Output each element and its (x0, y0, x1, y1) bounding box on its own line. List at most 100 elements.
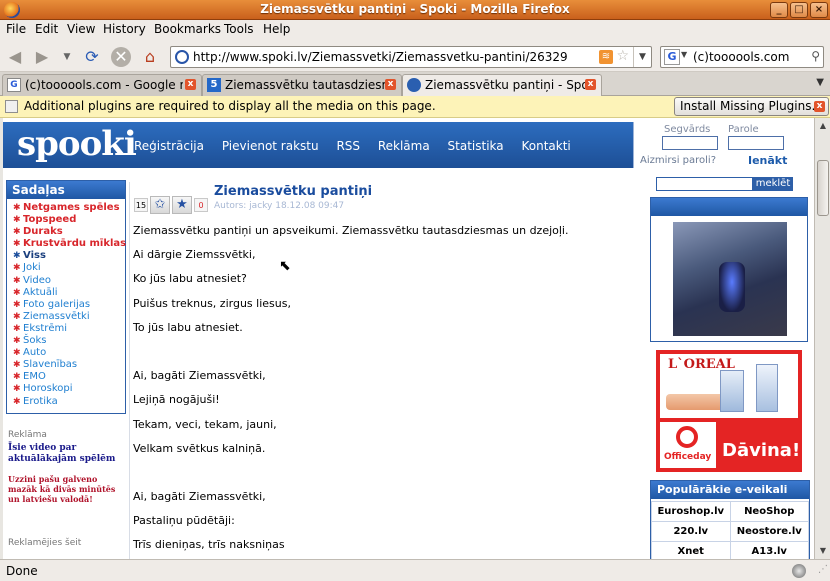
bullet-star-icon: ✱ (13, 311, 21, 322)
password-field[interactable] (728, 136, 784, 150)
url-dropdown-icon[interactable]: ▼ (633, 47, 651, 67)
close-tab-icon[interactable]: x (385, 79, 396, 90)
sidebar-item-video[interactable]: ✱ Video (13, 275, 126, 287)
nav-statistika[interactable]: Statistika (448, 139, 504, 153)
back-icon[interactable]: ◀ (5, 47, 25, 67)
history-dropdown-icon[interactable]: ▼ (57, 47, 77, 67)
sidebar-item-ekstremi[interactable]: ✱ Ekstrēmi (13, 323, 126, 335)
spoki-logo[interactable]: spooki (17, 124, 137, 164)
maximize-button[interactable]: □ (790, 2, 808, 18)
rate-down-star-icon[interactable]: ★ (172, 196, 192, 214)
sidebar-item-krustvardu[interactable]: ✱ Krustvārdu mīklas (13, 238, 126, 250)
scroll-down-icon[interactable]: ▼ (816, 544, 830, 558)
reload-icon[interactable]: ⟳ (82, 47, 102, 67)
home-icon[interactable]: ⌂ (140, 47, 160, 67)
tab-list-icon[interactable]: ▼ (816, 77, 824, 88)
google-engine-icon[interactable]: G (664, 49, 680, 65)
search-icon[interactable]: ⚲ (811, 49, 820, 63)
sidebar-item-slavenibas[interactable]: ✱ Slavenības (13, 359, 126, 371)
nav-pievienot-rakstu[interactable]: Pievienot rakstu (222, 139, 319, 153)
shop-link[interactable]: A13.lv (729, 541, 809, 559)
status-bar: Done ⋰ (0, 559, 830, 581)
officeday-logo-icon (676, 426, 698, 448)
shop-link[interactable]: NeoShop (729, 501, 809, 522)
nav-reklama[interactable]: Reklāma (378, 139, 430, 153)
url-text[interactable]: http://www.spoki.lv/Ziemassvetki/Ziemass… (193, 50, 568, 64)
shop-link[interactable]: Neostore.lv (729, 521, 809, 542)
sidebar-item-netgames[interactable]: ✱ Netgames spēles (13, 202, 126, 214)
tab-pantini[interactable]: Ziemassvētku pantiņi - Spoki x (402, 74, 602, 97)
scroll-thumb[interactable] (817, 160, 829, 216)
shop-link[interactable]: Euroshop.lv (651, 501, 731, 522)
resize-grip-icon[interactable]: ⋰ (818, 564, 828, 575)
promo-headline[interactable]: Īsie video par aktuālākajām spēlēm (8, 443, 126, 465)
sidebar-item-viss[interactable]: ✱ Viss (13, 250, 126, 262)
minimize-button[interactable]: _ (770, 2, 788, 18)
search-bar[interactable]: G ▼ ⚲ (660, 46, 824, 68)
loreal-officeday-ad[interactable]: L`OREAL Officeday Dāvina! (656, 350, 802, 472)
rss-icon[interactable]: ≋ (599, 50, 613, 64)
sidebar-item-erotika[interactable]: ✱ Erotika (13, 396, 126, 408)
install-plugins-button[interactable]: Install Missing Plugins... (674, 97, 829, 116)
username-field[interactable] (662, 136, 718, 150)
forgot-password-link[interactable]: Aizmirsi paroli? (640, 155, 716, 166)
tab-google[interactable]: G (c)toooools.com - Google m... x (2, 74, 202, 96)
officeday-logo[interactable]: Officeday (660, 422, 716, 468)
shop-link[interactable]: Xnet (651, 541, 731, 559)
sidebar-item-joki[interactable]: ✱ Joki (13, 262, 126, 274)
site-search-button[interactable]: meklēt (753, 177, 793, 191)
menu-help[interactable]: Help (263, 22, 290, 36)
promo-ad[interactable]: Īsie video par aktuālākajām spēlēm Uzzin… (8, 443, 126, 504)
featured-photo[interactable] (673, 222, 787, 336)
sidebar-item-duraks[interactable]: ✱ Duraks (13, 226, 126, 238)
site-identity-icon[interactable] (175, 50, 189, 64)
sidebar-item-aktuali[interactable]: ✱ Aktuāli (13, 287, 126, 299)
forward-icon[interactable]: ▶ (32, 47, 52, 67)
nav-rss[interactable]: RSS (336, 139, 360, 153)
promo-text[interactable]: Uzzini pašu galveno mazāk kā divās minūt… (8, 474, 126, 504)
stop-icon[interactable]: ✕ (111, 47, 131, 67)
tab-tautasdziesmas[interactable]: 5 Ziemassvētku tautasdziesmas x (202, 74, 402, 96)
login-button[interactable]: Ienākt (748, 154, 787, 167)
article-line: Pastaliņu pūdētāji: (133, 514, 235, 528)
article-line (133, 466, 633, 490)
menu-bar: File Edit View History Bookmarks Tools H… (0, 20, 830, 40)
sidebar-item-soks[interactable]: ✱ Šoks (13, 335, 126, 347)
menu-bookmarks[interactable]: Bookmarks (154, 22, 221, 36)
menu-history[interactable]: History (103, 22, 146, 36)
loreal-ad[interactable]: L`OREAL (660, 354, 798, 418)
menu-tools[interactable]: Tools (224, 22, 254, 36)
page-scrollbar[interactable]: ▲ ▼ (814, 118, 830, 559)
close-tab-icon[interactable]: x (185, 79, 196, 90)
rating-down-count: 0 (194, 198, 208, 212)
url-bar[interactable]: http://www.spoki.lv/Ziemassvetki/Ziemass… (170, 46, 652, 68)
close-window-button[interactable]: × (810, 2, 828, 18)
advertise-link[interactable]: Reklamējies šeit (8, 538, 81, 548)
tab-label: Ziemassvētku tautasdziesmas (225, 78, 385, 92)
sidebar-item-auto[interactable]: ✱ Auto (13, 347, 126, 359)
rate-up-star-icon[interactable]: ✩ (150, 196, 170, 214)
search-input[interactable] (693, 49, 805, 65)
sidebar-item-foto[interactable]: ✱ Foto galerijas (13, 299, 126, 311)
nav-registracija[interactable]: Reģistrācija (134, 139, 204, 153)
menu-edit[interactable]: Edit (35, 22, 58, 36)
bookmark-star-icon[interactable]: ☆ (616, 48, 629, 64)
table-row: Euroshop.lv NeoShop (651, 501, 809, 522)
bullet-star-icon: ✱ (13, 227, 21, 238)
article-line: Ai dārgie Ziemssvētki, (133, 248, 256, 262)
nav-kontakti[interactable]: Kontakti (521, 139, 570, 153)
bullet-star-icon: ✱ (13, 360, 21, 371)
menu-file[interactable]: File (6, 22, 26, 36)
sidebar-item-topspeed[interactable]: ✱ Topspeed (13, 214, 126, 226)
engine-dropdown-icon[interactable]: ▼ (681, 50, 687, 59)
scroll-up-icon[interactable]: ▲ (816, 119, 830, 133)
sidebar-item-horoskopi[interactable]: ✱ Horoskopi (13, 383, 126, 395)
shops-table: Euroshop.lv NeoShop 220.lv Neostore.lv X… (651, 501, 809, 559)
close-tab-icon[interactable]: x (585, 79, 596, 90)
sidebar-item-emo[interactable]: ✱ EMO (13, 371, 126, 383)
sidebar-item-ziemassvetki[interactable]: ✱ Ziemassvētki (13, 311, 126, 323)
menu-view[interactable]: View (67, 22, 95, 36)
site-search-input[interactable] (656, 177, 753, 191)
close-notification-icon[interactable]: x (814, 101, 825, 112)
shop-link[interactable]: 220.lv (651, 521, 731, 542)
